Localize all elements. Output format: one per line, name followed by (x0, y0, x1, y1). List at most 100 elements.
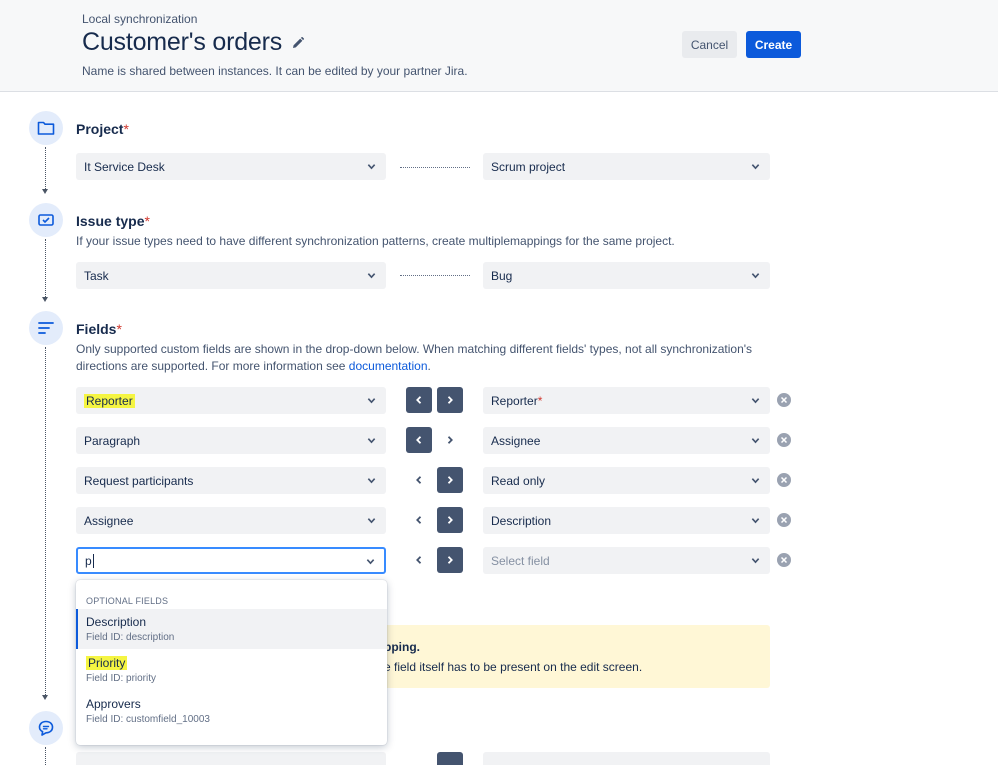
left-project-select[interactable]: It Service Desk (76, 153, 386, 180)
select-value: It Service Desk (84, 159, 165, 174)
chevron-right-icon (447, 516, 453, 524)
field-search-input[interactable]: p (76, 547, 386, 574)
right-issue-type-select[interactable]: Bug (483, 262, 770, 289)
sync-left-button[interactable] (406, 547, 432, 573)
sync-left-button[interactable] (406, 467, 432, 493)
remove-mapping-button[interactable] (777, 513, 791, 527)
remove-mapping-button[interactable] (777, 553, 791, 567)
select-value: Assignee (84, 513, 134, 528)
cancel-button[interactable]: Cancel (682, 31, 737, 58)
warning-banner: pping. e field itself has to be present … (384, 625, 770, 688)
fields-description: Only supported custom fields are shown i… (76, 342, 753, 373)
chevron-down-icon (367, 478, 376, 484)
chevron-down-icon (367, 518, 376, 524)
close-icon (780, 556, 788, 564)
sync-right-button[interactable] (437, 387, 463, 413)
right-project-select[interactable]: Scrum project (483, 153, 770, 180)
sync-right-button[interactable] (437, 467, 463, 493)
dropdown-group-header: OPTIONAL FIELDS (86, 596, 169, 606)
chevron-down-icon (751, 558, 760, 564)
dropdown-option[interactable]: Priority Field ID: priority (76, 650, 387, 690)
fields-list-icon (29, 311, 63, 345)
option-field-id: Field ID: customfield_10003 (86, 714, 210, 725)
option-label: Description (86, 615, 147, 629)
folder-icon (29, 111, 63, 145)
step-connector (45, 347, 46, 695)
left-comment-select[interactable] (76, 752, 386, 765)
right-field-select[interactable]: Reporter * (483, 387, 770, 414)
chevron-left-icon (416, 396, 422, 404)
sync-right-button[interactable] (437, 752, 463, 765)
chevron-down-icon (751, 478, 760, 484)
issue-type-section-title: Issue type* (76, 213, 150, 229)
select-value: Description (491, 513, 552, 528)
page-subtitle: Name is shared between instances. It can… (82, 64, 468, 78)
step-connector-arrow (42, 189, 48, 194)
left-issue-type-select[interactable]: Task (76, 262, 386, 289)
chevron-down-icon (367, 273, 376, 279)
chevron-left-icon (416, 476, 422, 484)
create-button[interactable]: Create (746, 31, 801, 58)
documentation-link[interactable]: documentation (349, 359, 428, 373)
chevron-down-icon (367, 398, 376, 404)
page-title: Customer's orders (82, 28, 283, 56)
issue-type-description: If your issue types need to have differe… (76, 234, 675, 248)
remove-mapping-button[interactable] (777, 473, 791, 487)
right-field-select[interactable]: Description (483, 507, 770, 534)
left-field-select[interactable]: Request participants (76, 467, 386, 494)
chevron-right-icon (447, 396, 453, 404)
warning-text: e field itself has to be present on the … (384, 660, 643, 674)
sync-left-button[interactable] (406, 387, 432, 413)
chevron-down-icon (751, 273, 760, 279)
mapping-connector (400, 167, 470, 168)
remove-mapping-button[interactable] (777, 393, 791, 407)
chevron-down-icon (751, 518, 760, 524)
left-field-select[interactable]: Assignee (76, 507, 386, 534)
left-field-select[interactable]: Paragraph (76, 427, 386, 454)
option-field-id: Field ID: priority (86, 673, 157, 684)
left-field-select[interactable]: Reporter (76, 387, 386, 414)
issue-type-icon (29, 203, 63, 237)
chevron-down-icon (367, 438, 376, 444)
close-icon (780, 396, 788, 404)
input-value: p (85, 553, 92, 568)
chevron-right-icon (447, 556, 453, 564)
step-connector (45, 239, 46, 297)
project-section-title: Project* (76, 121, 129, 137)
comment-icon (29, 711, 63, 745)
pencil-icon[interactable] (291, 36, 305, 50)
chevron-down-icon (751, 438, 760, 444)
select-value: Paragraph (84, 433, 141, 448)
dropdown-option[interactable]: Description Field ID: description (76, 609, 387, 649)
option-label: Approvers (86, 697, 141, 711)
chevron-right-icon (447, 476, 453, 484)
chevron-down-icon (366, 559, 375, 565)
chevron-down-icon (751, 398, 760, 404)
right-comment-select[interactable] (483, 752, 770, 765)
chevron-left-icon (416, 436, 422, 444)
right-field-select[interactable]: Assignee (483, 427, 770, 454)
sync-left-button[interactable] (406, 507, 432, 533)
sync-left-button[interactable] (406, 752, 432, 765)
option-field-id: Field ID: description (86, 632, 175, 643)
sync-right-button[interactable] (437, 547, 463, 573)
dropdown-option[interactable]: Approvers Field ID: customfield_10003 (76, 691, 387, 731)
sync-right-button[interactable] (437, 427, 463, 453)
close-icon (780, 436, 788, 444)
breadcrumb[interactable]: Local synchronization (82, 12, 197, 26)
chevron-left-icon (416, 516, 422, 524)
option-label: Priority (86, 656, 128, 670)
right-field-select[interactable]: Select field (483, 547, 770, 574)
step-connector-arrow (42, 297, 48, 302)
chevron-right-icon (447, 436, 453, 444)
select-value: Assignee (491, 433, 541, 448)
close-icon (780, 476, 788, 484)
select-value: Request participants (84, 473, 194, 488)
sync-right-button[interactable] (437, 507, 463, 533)
field-options-dropdown: OPTIONAL FIELDS Description Field ID: de… (76, 580, 387, 745)
chevron-down-icon (367, 164, 376, 170)
right-field-select[interactable]: Read only (483, 467, 770, 494)
remove-mapping-button[interactable] (777, 433, 791, 447)
chevron-left-icon (416, 556, 422, 564)
sync-left-button[interactable] (406, 427, 432, 453)
